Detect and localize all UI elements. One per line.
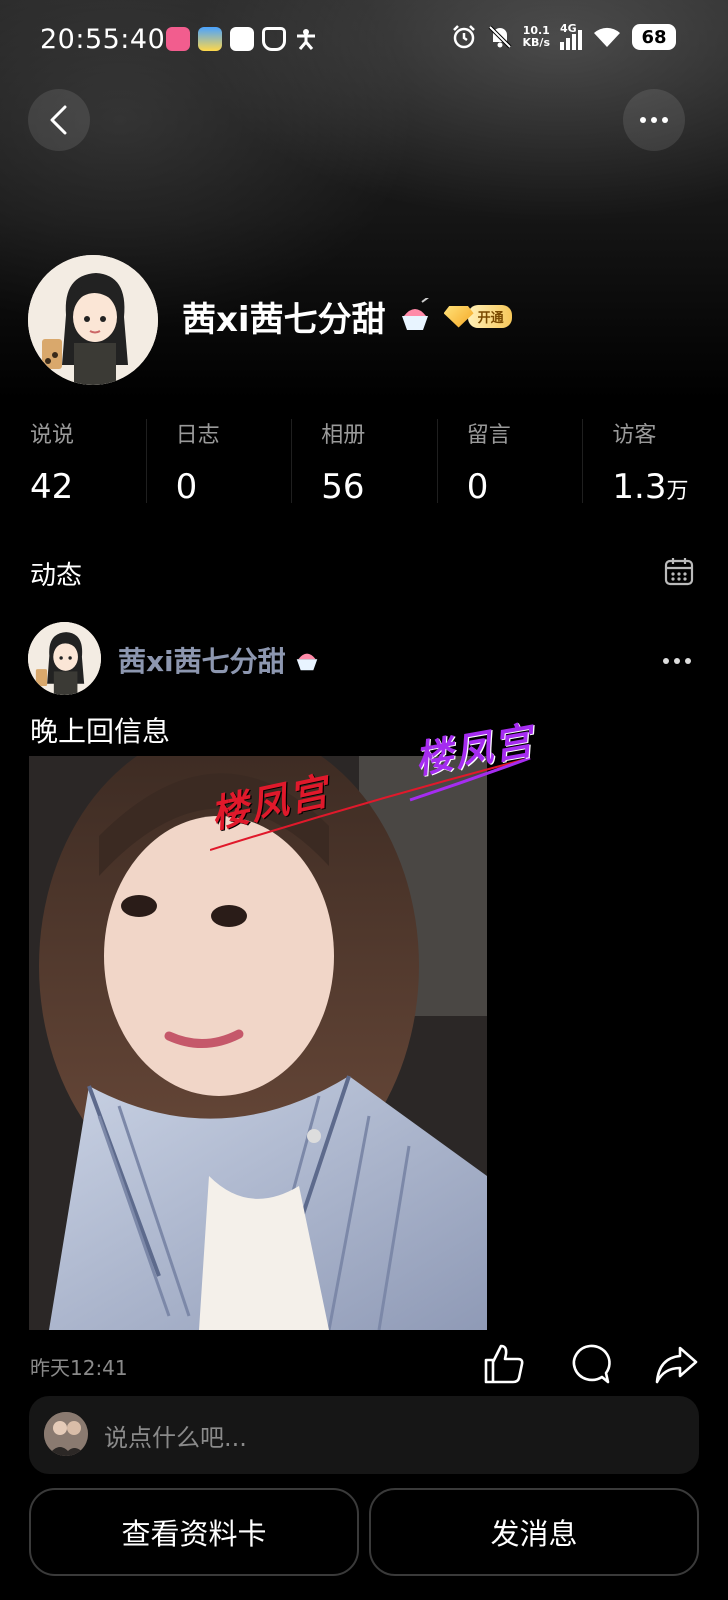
signal-icon: 4G — [560, 22, 582, 50]
diamond-icon — [443, 305, 474, 328]
view-profile-card-button[interactable]: 查看资料卡 — [29, 1488, 359, 1576]
feed-section-title: 动态 — [30, 561, 83, 591]
post-author-text: 茜xi茜七分甜 — [118, 645, 286, 678]
stat-messages[interactable]: 留言 0 — [436, 405, 583, 515]
bilibili-app-icon — [166, 27, 190, 51]
stat-label: 留言 — [466, 423, 511, 448]
stat-label: 相册 — [321, 423, 366, 448]
more-dots-icon — [640, 117, 668, 123]
back-button[interactable] — [28, 89, 90, 151]
stat-unit: 万 — [666, 479, 689, 504]
post-more-button[interactable] — [662, 650, 692, 669]
shaved-ice-icon — [401, 297, 429, 330]
post-author-name[interactable]: 茜xi茜七分甜 — [118, 640, 322, 680]
stat-visitors[interactable]: 访客 1.3万 — [582, 405, 728, 515]
vip-open-badge[interactable]: 开通 — [443, 305, 512, 328]
chevron-left-icon — [50, 105, 67, 135]
wifi-icon — [594, 27, 620, 47]
stat-label: 访客 — [612, 423, 657, 448]
network-type: 4G — [560, 22, 577, 35]
status-time: 20:55:40 — [40, 24, 166, 55]
comment-placeholder[interactable]: 说点什么吧... — [104, 1418, 247, 1453]
post-text: 晚上回信息 — [30, 715, 171, 748]
stat-value: 56 — [321, 467, 365, 507]
more-options-button[interactable] — [623, 89, 685, 151]
comment-bubble-icon — [572, 1344, 611, 1384]
network-speed-unit: KB/s — [522, 36, 550, 49]
status-right-icons: 10.1 KB/s 4G 68 — [451, 22, 676, 50]
alarm-icon — [452, 25, 475, 49]
profile-stats: 说说 42 日志 0 相册 56 留言 0 访客 1.3万 — [0, 405, 728, 515]
nickname-text: 茜xi茜七分甜 — [182, 300, 386, 340]
taobao-app-icon — [262, 27, 286, 51]
stat-value: 1.3万 — [612, 467, 689, 507]
user-photo-icon — [44, 1412, 88, 1456]
post-timestamp: 昨天12:41 — [30, 1356, 128, 1380]
share-arrow-icon — [655, 1346, 698, 1384]
wallet-app-icon — [198, 27, 222, 51]
more-dots-icon — [663, 658, 691, 664]
stat-album[interactable]: 相册 56 — [291, 405, 437, 515]
network-speed: 10.1 KB/s — [523, 25, 550, 49]
avatar-illustration — [28, 622, 101, 695]
send-message-button[interactable]: 发消息 — [369, 1488, 699, 1576]
current-user-avatar — [44, 1412, 88, 1456]
stat-value: 42 — [30, 467, 74, 507]
calendar-icon — [664, 558, 694, 586]
comment-button[interactable] — [568, 1342, 612, 1386]
stat-shuoshuo[interactable]: 说说 42 — [0, 405, 146, 515]
shaved-ice-icon — [296, 653, 317, 671]
calendar-button[interactable] — [664, 556, 694, 586]
profile-avatar[interactable] — [28, 255, 158, 385]
share-button[interactable] — [654, 1342, 698, 1386]
avatar-illustration — [28, 255, 158, 385]
vip-tag-label: 开通 — [467, 305, 512, 328]
stat-label: 说说 — [30, 423, 75, 448]
stat-value: 0 — [175, 467, 198, 507]
battery-indicator: 68 — [632, 24, 676, 50]
figure-app-icon — [294, 27, 318, 51]
shopping-app-icon — [230, 27, 254, 51]
like-button[interactable] — [482, 1342, 526, 1386]
thumbs-up-icon — [484, 1344, 524, 1384]
post-author-avatar[interactable] — [28, 622, 101, 695]
stat-blog[interactable]: 日志 0 — [145, 405, 292, 515]
notification-icons — [166, 27, 318, 51]
status-bar: 20:55:40 10.1 KB/s 4G 68 — [0, 0, 728, 80]
stat-value: 0 — [466, 467, 489, 507]
profile-nickname: 茜xi茜七分甜 开通 — [182, 292, 512, 341]
stat-label: 日志 — [175, 423, 220, 448]
mute-bell-icon — [488, 25, 511, 49]
